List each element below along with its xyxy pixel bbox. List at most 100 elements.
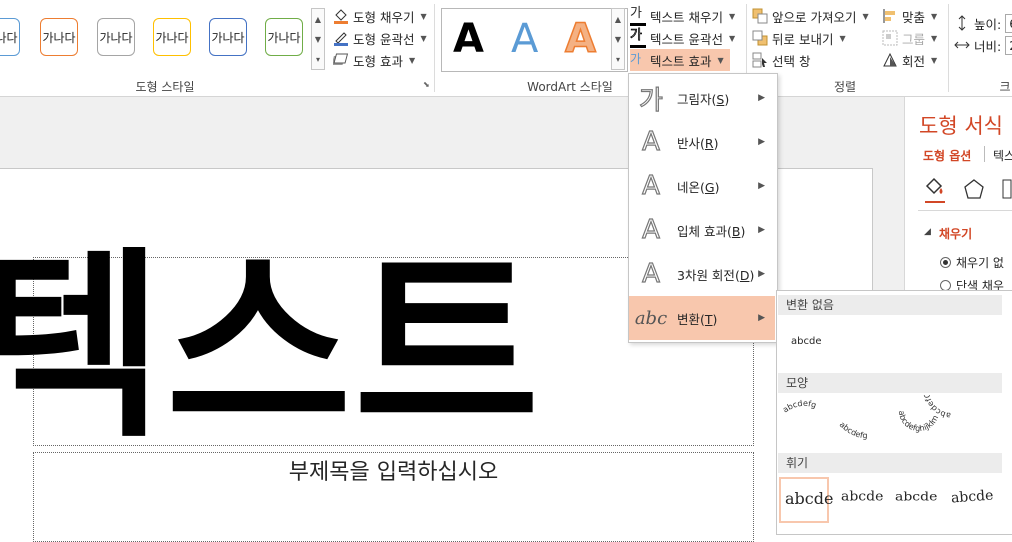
scroll-up-icon[interactable]: ▲: [615, 15, 621, 24]
shape-style-gallery-scroll[interactable]: ▲ ▼ ▾: [311, 8, 325, 70]
text-outline-label: 텍스트 윤곽선: [650, 31, 723, 47]
menu-item-transform[interactable]: abc 변환(T) ▶: [629, 296, 775, 340]
shape-styles-group-label: 도형 스타일: [135, 80, 195, 94]
chevron-down-icon: ▼: [839, 33, 846, 43]
shape-effects-button[interactable]: 도형 효과 ▼: [331, 49, 427, 71]
scroll-down-icon[interactable]: ▼: [615, 35, 621, 44]
access-key: G: [704, 179, 715, 195]
height-icon: [954, 15, 970, 31]
shape-style-preset[interactable]: 가나다: [209, 18, 247, 56]
warp-header: 휘기: [778, 453, 1002, 473]
align-icon: [882, 8, 898, 24]
no-fill-option[interactable]: 채우기 없: [940, 254, 1004, 271]
group-label: 그룹: [902, 31, 926, 47]
selection-pane-button[interactable]: 선택 창: [752, 49, 869, 71]
slide-subtitle-text[interactable]: 부제목을 입력하십시오: [33, 454, 754, 486]
width-label: 너비:: [974, 38, 1002, 54]
fill-section-header[interactable]: 채우기: [939, 225, 972, 242]
radio-selected-icon[interactable]: [940, 257, 951, 268]
effects-pentagon-icon[interactable]: [963, 178, 985, 203]
send-backward-label: 뒤로 보내기: [772, 31, 834, 47]
group-separator: [948, 4, 949, 92]
submenu-arrow-icon: ▶: [758, 225, 765, 235]
path-arch-down-option[interactable]: abcdefg: [838, 420, 868, 440]
path-arch-up-option[interactable]: abcdefg: [781, 399, 817, 415]
send-backward-button[interactable]: 뒤로 보내기 ▼: [752, 27, 869, 49]
height-input[interactable]: 6: [1005, 13, 1012, 33]
pencil-icon: [333, 30, 349, 46]
fill-line-icon[interactable]: [922, 176, 946, 203]
active-tab-underline: [925, 201, 945, 203]
bevel-label: 입체 효과(B): [677, 223, 746, 239]
text-outline-button[interactable]: 가 텍스트 윤곽선 ▼: [630, 27, 744, 49]
warp-option[interactable]: abcde: [841, 490, 883, 504]
menu-item-3d-rotation[interactable]: A 3차원 회전(D) ▶: [629, 252, 775, 296]
more-icon[interactable]: ▾: [616, 55, 620, 64]
shape-outline-label: 도형 윤곽선: [353, 31, 415, 47]
transform-submenu: 변환 없음 abcde 모양 abcdefg abcdefg abcdefghi…: [776, 290, 1012, 535]
access-key: T: [704, 311, 713, 327]
shape-fill-button[interactable]: 도형 채우기 ▼: [333, 5, 427, 27]
menu-item-glow[interactable]: A 네온(G) ▶: [629, 164, 775, 208]
chevron-down-icon: ▼: [931, 11, 938, 21]
tab-shape-options[interactable]: 도형 옵션: [923, 147, 971, 164]
path-circle-option[interactable]: abcdefghijklm: [897, 410, 940, 433]
shape-effects-label: 도형 효과: [353, 53, 403, 69]
no-transform-option[interactable]: abcde: [791, 336, 821, 347]
scroll-up-icon[interactable]: ▲: [315, 15, 321, 24]
text-outline-icon: 가: [630, 28, 646, 48]
size-group-label: 크: [999, 80, 1011, 94]
rotate-button[interactable]: 회전 ▼: [882, 49, 937, 71]
shape-effects-icon: [331, 52, 349, 68]
tab-text-options[interactable]: 텍스: [993, 147, 1012, 164]
menu-item-text: 변환: [677, 311, 701, 327]
warp-option[interactable]: abcde: [895, 490, 937, 504]
align-label: 맞춤: [902, 9, 926, 25]
menu-item-text: 3차원 회전: [677, 267, 735, 283]
shape-style-preset[interactable]: 가나다: [0, 18, 20, 56]
dialog-launcher-icon[interactable]: ⬊: [423, 80, 430, 89]
size-properties-icon[interactable]: [1001, 178, 1012, 203]
group-button[interactable]: 그룹 ▼: [882, 27, 937, 49]
paint-bucket-icon: [333, 8, 349, 24]
shadow-icon: 가: [638, 85, 663, 116]
group-separator: [434, 4, 435, 92]
menu-item-shadow[interactable]: 가 그림자(S) ▶: [629, 76, 775, 120]
shape-style-preset[interactable]: 가나다: [97, 18, 135, 56]
shape-style-preset[interactable]: 가나다: [265, 18, 303, 56]
collapse-triangle-icon[interactable]: ◢: [924, 227, 931, 237]
shape-style-preset[interactable]: 가나다: [153, 18, 191, 56]
text-fill-label: 텍스트 채우기: [650, 9, 723, 25]
arrange-group-label: 정렬: [833, 80, 857, 94]
bring-forward-button[interactable]: 앞으로 가져오기 ▼: [752, 5, 869, 27]
wordart-style-orange[interactable]: A: [564, 15, 596, 63]
wordart-gallery-scroll[interactable]: ▲ ▼ ▾: [611, 8, 625, 70]
text-fill-button[interactable]: 가 텍스트 채우기 ▼: [630, 5, 744, 27]
align-button[interactable]: 맞춤 ▼: [882, 5, 937, 27]
warp-option[interactable]: abcde: [950, 488, 993, 507]
shape-outline-button[interactable]: 도형 윤곽선 ▼: [333, 27, 427, 49]
menu-item-text: 그림자: [677, 91, 712, 107]
chevron-down-icon: ▼: [420, 11, 427, 21]
width-input[interactable]: 2: [1005, 35, 1012, 55]
menu-item-reflection[interactable]: A 반사(R) ▶: [629, 120, 775, 164]
warp-option[interactable]: abcde: [785, 489, 833, 508]
scroll-down-icon[interactable]: ▼: [315, 35, 321, 44]
3d-rotation-icon: A: [641, 258, 660, 289]
shape-header: 모양: [778, 373, 1002, 393]
selection-pane-label: 선택 창: [772, 53, 811, 69]
slide-title-text[interactable]: 텍스트: [0, 232, 542, 462]
format-pane-title: 도형 서식: [919, 114, 1003, 138]
glow-icon: A: [641, 170, 660, 201]
chevron-down-icon: ▼: [862, 11, 869, 21]
send-backward-icon: [752, 30, 768, 46]
bring-forward-label: 앞으로 가져오기: [772, 9, 857, 25]
wordart-style-black[interactable]: A: [453, 16, 484, 62]
wordart-style-blue[interactable]: A: [511, 16, 538, 62]
shape-style-preset[interactable]: 가나다: [40, 18, 78, 56]
pane-divider: [918, 210, 1012, 211]
transform-label: 변환(T): [677, 311, 718, 327]
menu-item-bevel[interactable]: A 입체 효과(B) ▶: [629, 208, 775, 252]
more-icon[interactable]: ▾: [316, 55, 320, 64]
text-effects-button[interactable]: 가 텍스트 효과 ▼: [630, 49, 730, 71]
